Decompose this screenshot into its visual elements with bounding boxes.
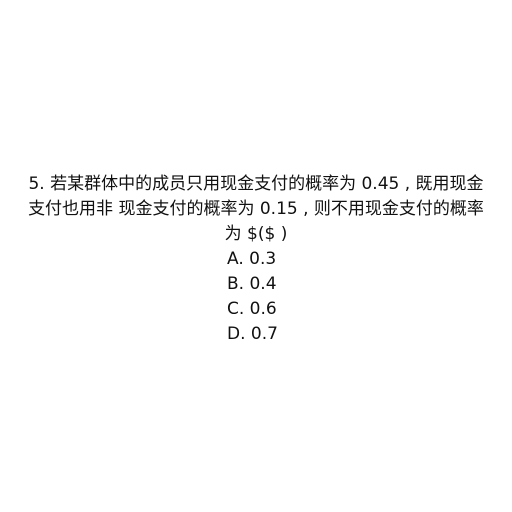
question-line-1: 5. 若某群体中的成员只用现金支付的概率为 0.45 , 既用现金	[28, 174, 484, 194]
option-b: B. 0.4	[227, 274, 277, 294]
question-line-2: 支付也用非 现金支付的概率为 0.15 , 则不用现金支付的概率	[28, 199, 484, 219]
document-page: 5. 若某群体中的成员只用现金支付的概率为 0.45 , 既用现金 支付也用非 …	[0, 0, 512, 512]
question-text: 5. 若某群体中的成员只用现金支付的概率为 0.45 , 既用现金 支付也用非 …	[18, 172, 494, 247]
question-line-3: 为 $($ )	[224, 224, 288, 244]
option-d: D. 0.7	[227, 324, 278, 344]
option-a: A. 0.3	[227, 249, 277, 269]
option-c: C. 0.6	[227, 299, 277, 319]
answer-options: A. 0.3 B. 0.4 C. 0.6 D. 0.7	[227, 247, 278, 347]
